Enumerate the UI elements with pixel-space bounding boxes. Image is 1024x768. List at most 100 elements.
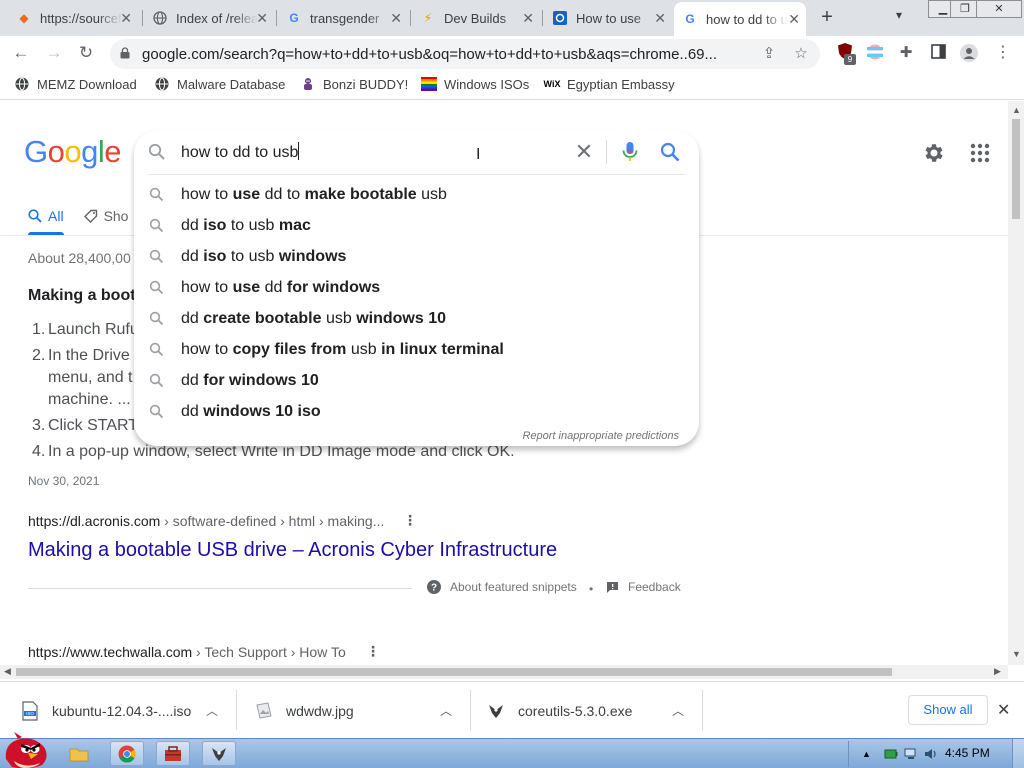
tab-strip: ◆ https://sourceforge ✕ Index of /releas…	[0, 0, 1024, 36]
tab-search-chevron-icon[interactable]: ▾	[896, 8, 902, 22]
bookmark-label: Egyptian Embassy	[567, 76, 675, 92]
tab-index-of[interactable]: Index of /releases ✕	[144, 4, 274, 32]
search-submit-icon[interactable]	[660, 142, 680, 162]
chevron-up-icon[interactable]: ︿	[440, 702, 452, 719]
reload-button[interactable]: ↻	[75, 42, 97, 64]
tab-shopping-label: Sho	[103, 208, 129, 224]
close-icon[interactable]: ✕	[390, 10, 402, 27]
show-desktop-button[interactable]	[1012, 739, 1024, 768]
system-clock[interactable]: 4:45 PM	[945, 746, 990, 760]
search-icon	[149, 404, 164, 419]
address-bar[interactable]: google.com/search?q=how+to+dd+to+usb&oq=…	[110, 39, 820, 69]
divider	[470, 690, 471, 730]
url-text[interactable]: google.com/search?q=how+to+dd+to+usb&oq=…	[142, 46, 762, 63]
app-taskbar-button[interactable]	[156, 741, 190, 766]
step-number: 2.	[32, 347, 46, 364]
search-suggestion[interactable]: dd for windows 10	[134, 365, 699, 396]
bookmark-memz[interactable]: MEMZ Download	[14, 76, 137, 92]
search-box-dropdown[interactable]: how to dd to usb I ✕ how to use dd to ma…	[134, 130, 699, 446]
chevron-up-icon[interactable]: ︿	[206, 702, 218, 719]
forward-button[interactable]: →	[43, 42, 65, 64]
result-stats: About 28,400,00	[28, 250, 131, 266]
window-close-button[interactable]: ✕	[976, 0, 1022, 18]
search-input[interactable]: how to dd to usb	[181, 142, 300, 162]
scroll-left-arrow-icon[interactable]: ◀	[4, 666, 11, 677]
search-suggestion[interactable]: how to use dd for windows	[134, 272, 699, 303]
puzzle-extensions-icon[interactable]: ✚	[897, 44, 915, 62]
chrome-taskbar-button[interactable]	[110, 741, 144, 766]
scroll-right-arrow-icon[interactable]: ▶	[994, 666, 1001, 677]
search-suggestion[interactable]: dd iso to usb windows	[134, 241, 699, 272]
bookmark-egyptian-embassy[interactable]: WiX Egyptian Embassy	[544, 76, 675, 92]
bookmark-malware-database[interactable]: Malware Database	[154, 76, 285, 92]
tab-sourceforge[interactable]: ◆ https://sourceforge ✕	[8, 4, 138, 32]
bookmark-bonzi-buddy[interactable]: Bonzi BUDDY!	[300, 76, 408, 92]
profile-avatar-icon[interactable]	[960, 44, 978, 62]
more-options-icon[interactable]: ⋮	[366, 643, 380, 660]
share-icon[interactable]: ⇪	[760, 45, 778, 63]
search-input-row[interactable]: how to dd to usb I ✕	[134, 130, 699, 174]
close-icon[interactable]: ✕	[788, 11, 800, 28]
suggestion-text: dd windows 10 iso	[181, 402, 321, 420]
close-icon[interactable]: ✕	[522, 10, 534, 27]
trans-flag-extension-icon[interactable]	[866, 44, 884, 62]
vertical-scrollbar[interactable]: ▲ ▼	[1008, 101, 1024, 665]
lock-icon[interactable]	[120, 47, 130, 59]
result-url[interactable]: https://dl.acronis.com › software-define…	[28, 513, 384, 529]
download-item[interactable]: wdwdw.jpg ︿	[254, 682, 464, 739]
scroll-down-arrow-icon[interactable]: ▼	[1012, 649, 1021, 659]
more-options-icon[interactable]: ⋮	[403, 512, 417, 529]
search-suggestion[interactable]: dd create bootable usb windows 10	[134, 303, 699, 334]
taskbar: ▲ 4:45 PM	[0, 732, 1024, 768]
show-all-downloads-button[interactable]: Show all	[908, 695, 988, 725]
volume-icon[interactable]	[924, 747, 938, 761]
side-panel-icon[interactable]	[929, 44, 947, 62]
scroll-up-arrow-icon[interactable]: ▲	[1012, 105, 1021, 115]
step-text: In the Drive menu, and t machine. ...	[48, 347, 133, 408]
divider	[148, 174, 685, 175]
tab-transgender[interactable]: G transgender ✕	[278, 4, 408, 32]
close-icon[interactable]: ✕	[654, 10, 666, 27]
download-item[interactable]: coreutils-5.3.0.exe ︿	[486, 682, 696, 739]
result-url[interactable]: https://www.techwalla.com › Tech Support…	[28, 644, 346, 660]
tab-how-to-dd-active[interactable]: G how to dd to usb ✕	[674, 2, 806, 36]
microphone-icon[interactable]	[621, 141, 639, 163]
tab-separator	[410, 10, 411, 26]
bookmarks-bar: MEMZ Download Malware Database Bonzi BUD…	[0, 70, 1024, 100]
search-suggestion[interactable]: how to copy files from usb in linux term…	[134, 334, 699, 365]
close-download-bar-icon[interactable]: ✕	[997, 700, 1010, 720]
report-predictions-link[interactable]: Report inappropriate predictions	[522, 430, 679, 442]
new-tab-button[interactable]: +	[816, 6, 838, 29]
explorer-folder-icon[interactable]	[62, 741, 96, 766]
tab-all[interactable]: All	[28, 204, 64, 228]
bookmark-windows-isos[interactable]: Windows ISOs	[421, 76, 529, 92]
close-icon[interactable]: ✕	[256, 10, 268, 27]
back-button[interactable]: ←	[10, 42, 32, 64]
clear-icon[interactable]: ✕	[572, 140, 596, 164]
result-title-link[interactable]: Making a bootable USB drive – Acronis Cy…	[28, 539, 557, 562]
apps-grid-icon[interactable]	[970, 143, 990, 163]
scroll-thumb[interactable]	[1012, 119, 1020, 219]
about-featured-snippets-link[interactable]: ? About featured snippets	[427, 580, 577, 594]
gear-icon[interactable]	[922, 141, 946, 165]
tab-how-to-use[interactable]: How to use ✕	[544, 4, 672, 32]
chevron-up-icon[interactable]: ︿	[672, 702, 684, 719]
bookmark-star-icon[interactable]: ☆	[792, 45, 810, 63]
google-logo[interactable]: Google	[24, 134, 122, 170]
horizontal-scrollbar[interactable]: ◀ ▶	[0, 665, 1008, 679]
search-suggestion[interactable]: how to use dd to make bootable usb	[134, 179, 699, 210]
result-url-host: https://www.techwalla.com	[28, 644, 193, 660]
scroll-thumb[interactable]	[16, 668, 892, 676]
tray-expand-icon[interactable]: ▲	[862, 747, 876, 761]
tab-dev-builds[interactable]: ⚡ Dev Builds ✕	[412, 4, 540, 32]
network-icon[interactable]	[904, 747, 918, 761]
close-icon[interactable]: ✕	[120, 10, 132, 27]
kebab-menu-icon[interactable]: ⋮	[994, 44, 1012, 62]
feedback-link[interactable]: Feedback	[606, 580, 681, 594]
tab-shopping[interactable]: Sho	[83, 204, 129, 228]
search-suggestion[interactable]: dd windows 10 iso	[134, 396, 699, 427]
start-button-angry-bird-icon[interactable]	[0, 731, 52, 768]
coreutils-taskbar-button[interactable]	[202, 741, 236, 766]
search-suggestion[interactable]: dd iso to usb mac	[134, 210, 699, 241]
battery-icon[interactable]	[884, 747, 898, 761]
